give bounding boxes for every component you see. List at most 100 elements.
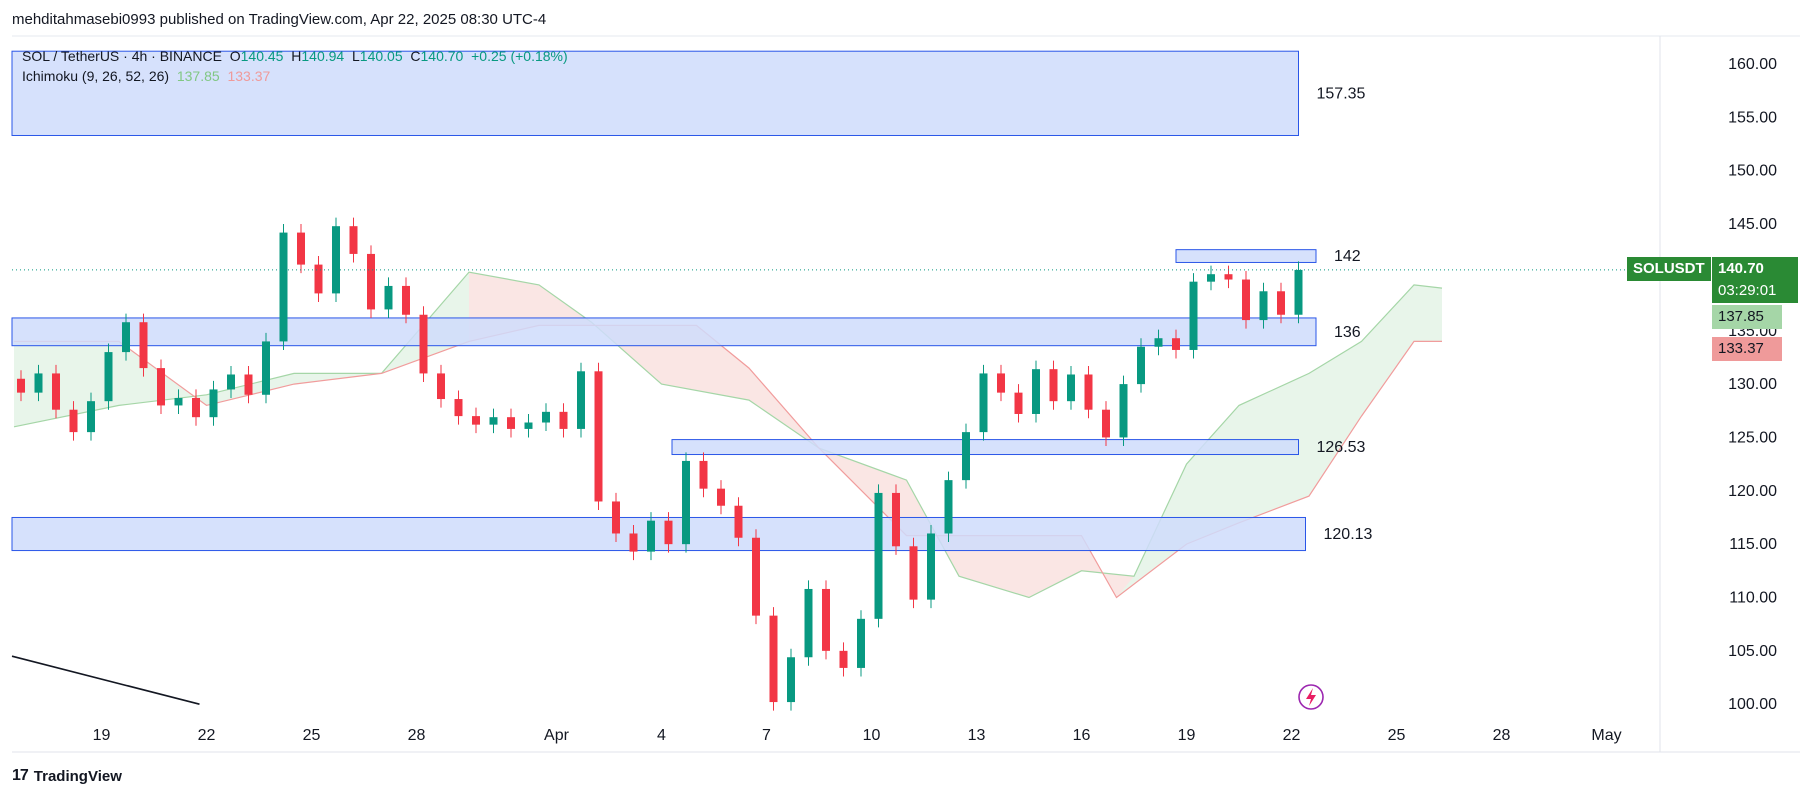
span-b-tag: 133.37: [1712, 337, 1782, 361]
ohlc-open: 140.45: [240, 48, 284, 64]
candle: [769, 607, 778, 711]
x-tick-label: 10: [863, 727, 881, 744]
symbol-label[interactable]: SOL / TetherUS · 4h · BINANCE: [22, 48, 222, 64]
ohlc-low-label: L: [351, 48, 360, 64]
x-tick-label: Apr: [544, 727, 570, 744]
candle: [1242, 270, 1250, 329]
x-tick-label: 16: [1073, 727, 1091, 744]
zone-3: [671, 439, 1299, 456]
candle: [437, 364, 445, 408]
y-tick-label: 125.00: [1728, 429, 1777, 446]
zone-4: [11, 516, 1306, 552]
last-price-tag: 140.70: [1712, 257, 1798, 281]
candle: [804, 580, 813, 666]
x-tick-label: 25: [303, 727, 321, 744]
candle: [104, 343, 113, 410]
x-tick-label: 28: [1493, 727, 1511, 744]
candle: [472, 407, 480, 434]
candle: [279, 224, 288, 350]
zone-label-1: 142: [1334, 248, 1361, 265]
indicator-value-a: 137.85: [176, 68, 220, 84]
zone-label-2: 136: [1334, 324, 1361, 341]
zone-2: [11, 317, 1317, 347]
zone-label-0: 157.35: [1317, 85, 1366, 102]
countdown-tag: 03:29:01: [1712, 279, 1798, 303]
x-tick-label: 19: [93, 727, 111, 744]
ohlc-change: +0.25 (+0.18%): [471, 48, 568, 64]
candle: [157, 359, 165, 414]
candle: [822, 580, 830, 660]
y-tick-label: 115.00: [1729, 536, 1777, 553]
candle: [384, 277, 393, 318]
footer-brand[interactable]: 17 TradingView: [12, 767, 122, 785]
ohlc-high: 140.94: [301, 48, 345, 64]
candle: [927, 524, 935, 609]
published-line: mehditahmasebi0993 published on TradingV…: [12, 11, 547, 28]
y-tick-label: 105.00: [1728, 643, 1777, 660]
candle: [682, 452, 690, 553]
candle: [244, 365, 253, 404]
ohlc-high-label: H: [291, 48, 302, 64]
zone-label-4: 120.13: [1324, 526, 1373, 543]
candle: [489, 408, 498, 434]
ohlc-close-label: C: [410, 48, 421, 64]
candle: [997, 364, 1005, 402]
x-tick-label: 19: [1178, 727, 1196, 744]
lightning-icon[interactable]: [1298, 684, 1324, 710]
candle: [542, 403, 550, 432]
price-chart[interactable]: 157.35 142 136 126.53 120.13 160.00 155.00 150…: [0, 0, 1814, 798]
candle: [1137, 338, 1145, 393]
y-tick-label: 150.00: [1728, 163, 1777, 180]
trendline: [11, 655, 200, 705]
candle: [1294, 261, 1303, 324]
candle: [1277, 282, 1285, 324]
y-tick-label: 100.00: [1728, 696, 1777, 713]
y-tick-label: 110.00: [1729, 590, 1777, 607]
zone-label-3: 126.53: [1317, 439, 1366, 456]
chart-legend: SOL / TetherUS · 4h · BINANCE O140.45 H1…: [22, 46, 568, 86]
candle: [892, 484, 900, 555]
candle: [1067, 365, 1075, 410]
candle: [314, 256, 323, 302]
ohlc-close: 140.70: [420, 48, 464, 64]
candle: [454, 390, 463, 425]
candle: [577, 362, 585, 438]
y-tick-label: 145.00: [1728, 216, 1777, 233]
candle: [1119, 375, 1128, 446]
candle: [787, 648, 795, 711]
candle: [262, 332, 270, 404]
candle: [857, 610, 865, 677]
candle: [192, 389, 200, 426]
candle: [297, 224, 305, 274]
indicator-label[interactable]: Ichimoku (9, 26, 52, 26): [22, 68, 169, 84]
indicator-row: Ichimoku (9, 26, 52, 26) 137.85 133.37: [22, 66, 568, 86]
x-tick-label: 4: [657, 727, 666, 744]
symbol-tag: SOLUSDT: [1627, 257, 1711, 281]
candle: [1224, 265, 1233, 289]
candle: [1189, 273, 1198, 359]
candle: [209, 380, 218, 426]
candle: [752, 529, 760, 625]
candle: [944, 471, 953, 543]
candle: [1207, 265, 1215, 291]
candle: [524, 413, 533, 438]
candle: [874, 484, 883, 628]
zone-1: [1175, 249, 1317, 263]
x-tick-label: 7: [762, 727, 771, 744]
candle: [349, 217, 358, 263]
x-tick-label: 22: [198, 727, 216, 744]
candle: [699, 452, 708, 498]
candle: [979, 364, 988, 441]
tradingview-logo-icon: 17: [12, 767, 29, 784]
span-a-tag: 137.85: [1712, 305, 1782, 329]
candle: [507, 408, 515, 438]
y-tick-label: 130.00: [1728, 376, 1777, 393]
indicator-value-b: 133.37: [227, 68, 271, 84]
y-tick-label: 160.00: [1728, 56, 1777, 73]
ohlc-low: 140.05: [359, 48, 403, 64]
candle: [402, 277, 410, 324]
candle: [962, 423, 970, 489]
candle: [909, 537, 918, 609]
y-tick-label: 120.00: [1728, 483, 1777, 500]
ohlc-open-label: O: [229, 48, 241, 64]
